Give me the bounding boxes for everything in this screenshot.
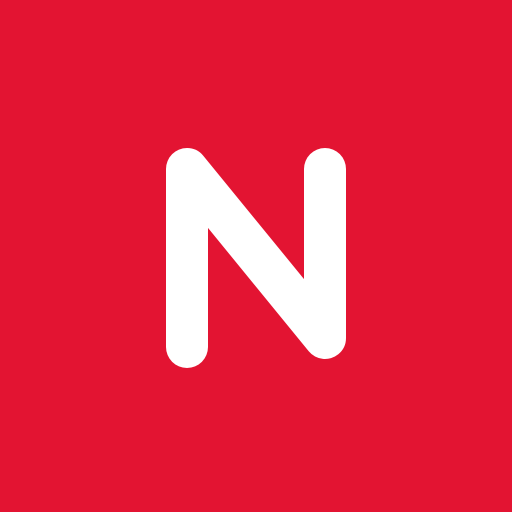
app-icon	[0, 0, 512, 512]
n-logo-icon	[0, 0, 512, 512]
